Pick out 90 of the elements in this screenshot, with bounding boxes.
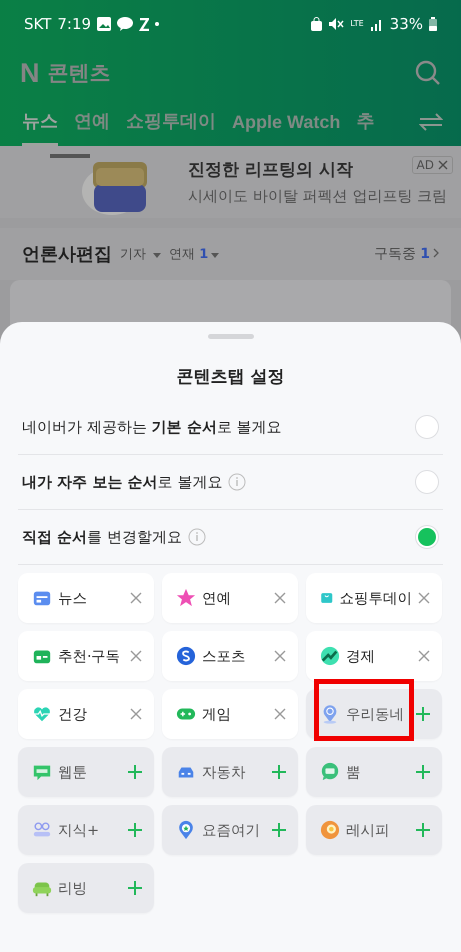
category-icon [320,762,340,782]
add-icon[interactable] [128,823,142,837]
category-label: 자동차 [202,764,246,782]
remove-icon[interactable] [274,708,286,720]
category-label: 건강 [58,706,87,724]
sheet-title: 콘텐츠탭 설정 [176,366,286,388]
remove-icon[interactable] [130,708,142,720]
chat-bubble-icon [117,17,134,31]
signal-icon [370,18,384,30]
option-label: 내가 자주 보는 순서로 볼게요 [22,472,222,492]
filter-dropdown[interactable]: 기자 [120,245,162,263]
subscribed-link[interactable]: 구독중 1 [374,245,439,263]
add-icon[interactable] [128,881,142,895]
search-icon[interactable] [415,60,441,86]
category-label: 리빙 [58,880,87,898]
category-label: 스포츠 [202,648,246,666]
add-icon[interactable] [416,707,430,721]
close-icon[interactable] [438,160,448,170]
add-icon[interactable] [416,765,430,779]
mute-icon [328,17,344,31]
remove-icon[interactable] [130,592,142,604]
category-label: 뿜 [346,764,360,782]
category-icon [176,588,196,608]
category-chip[interactable]: 건강 [18,689,154,739]
category-icon [320,646,340,666]
category-label: 지식+ [58,822,99,840]
radio-button[interactable] [415,415,439,439]
gallery-icon [97,17,112,31]
category-label: 웹툰 [58,764,87,782]
caret-icon [211,253,220,258]
lock-icon [311,17,322,31]
ad-badge[interactable]: AD [412,156,453,174]
battery-percent: 33% [390,15,423,33]
category-chip[interactable]: 요즘여기 [162,805,298,855]
category-chip[interactable]: 리빙 [18,863,154,913]
option-label: 네이버가 제공하는 기본 순서로 볼게요 [22,418,282,436]
radio-button[interactable] [415,525,439,549]
category-chip[interactable]: 레시피 [306,805,442,855]
remove-icon[interactable] [130,650,142,662]
section-title: 언론사편집 [22,243,112,266]
info-icon[interactable] [188,528,206,546]
category-icon [176,820,196,840]
ad-headline: 진정한 리프팅의 시작 [188,159,353,181]
category-icon [320,820,340,840]
category-label: 우리동네 [346,706,404,724]
category-label: 레시피 [346,822,390,840]
category-label: 뉴스 [58,590,87,608]
option-label: 직접 순서를 변경할게요 [22,528,182,546]
radio-button[interactable] [415,470,439,494]
category-label: 연예 [202,590,231,608]
category-chip[interactable]: 경제 [306,631,442,681]
dot-icon [155,22,160,26]
caret-icon [153,253,162,258]
category-chip[interactable]: 지식+ [18,805,154,855]
filter-dropdown[interactable]: 연재 1 [169,245,220,263]
category-icon [176,646,196,666]
category-chip[interactable]: 게임 [162,689,298,739]
remove-icon[interactable] [418,592,430,604]
category-label: 쇼핑투데이 [340,590,412,608]
add-icon[interactable] [128,765,142,779]
add-icon[interactable] [272,765,286,779]
chevron-icon [433,248,439,258]
app-title: 콘텐츠 [48,60,110,87]
add-icon[interactable] [272,823,286,837]
category-chip[interactable]: 자동차 [162,747,298,797]
category-chip[interactable]: 쇼핑투데이 [306,573,442,623]
remove-icon[interactable] [274,592,286,604]
category-label: 게임 [202,706,231,724]
info-icon[interactable] [228,473,246,491]
category-chip[interactable]: 뉴스 [18,573,154,623]
reorder-icon[interactable] [419,113,443,131]
category-chip[interactable]: 연예 [162,573,298,623]
category-label: 경제 [346,648,375,666]
remove-icon[interactable] [274,650,286,662]
category-label: 요즘여기 [202,822,260,840]
battery-icon [429,17,437,31]
category-chip[interactable]: 추천·구독 [18,631,154,681]
network-label: LTE [350,20,364,28]
carrier: SKT [24,15,52,33]
category-chip[interactable]: 웹툰 [18,747,154,797]
logo: N [20,58,40,88]
add-icon[interactable] [416,823,430,837]
ad-subline: 시세이도 바이탈 퍼펙션 업리프팅 크림 [188,187,448,206]
remove-icon[interactable] [418,650,430,662]
category-chip[interactable]: 스포츠 [162,631,298,681]
clock: 7:19 [57,15,92,33]
z-icon [139,18,150,30]
drag-handle[interactable] [208,334,254,339]
category-label: 추천·구독 [58,648,120,666]
category-chip[interactable]: 뿜 [306,747,442,797]
